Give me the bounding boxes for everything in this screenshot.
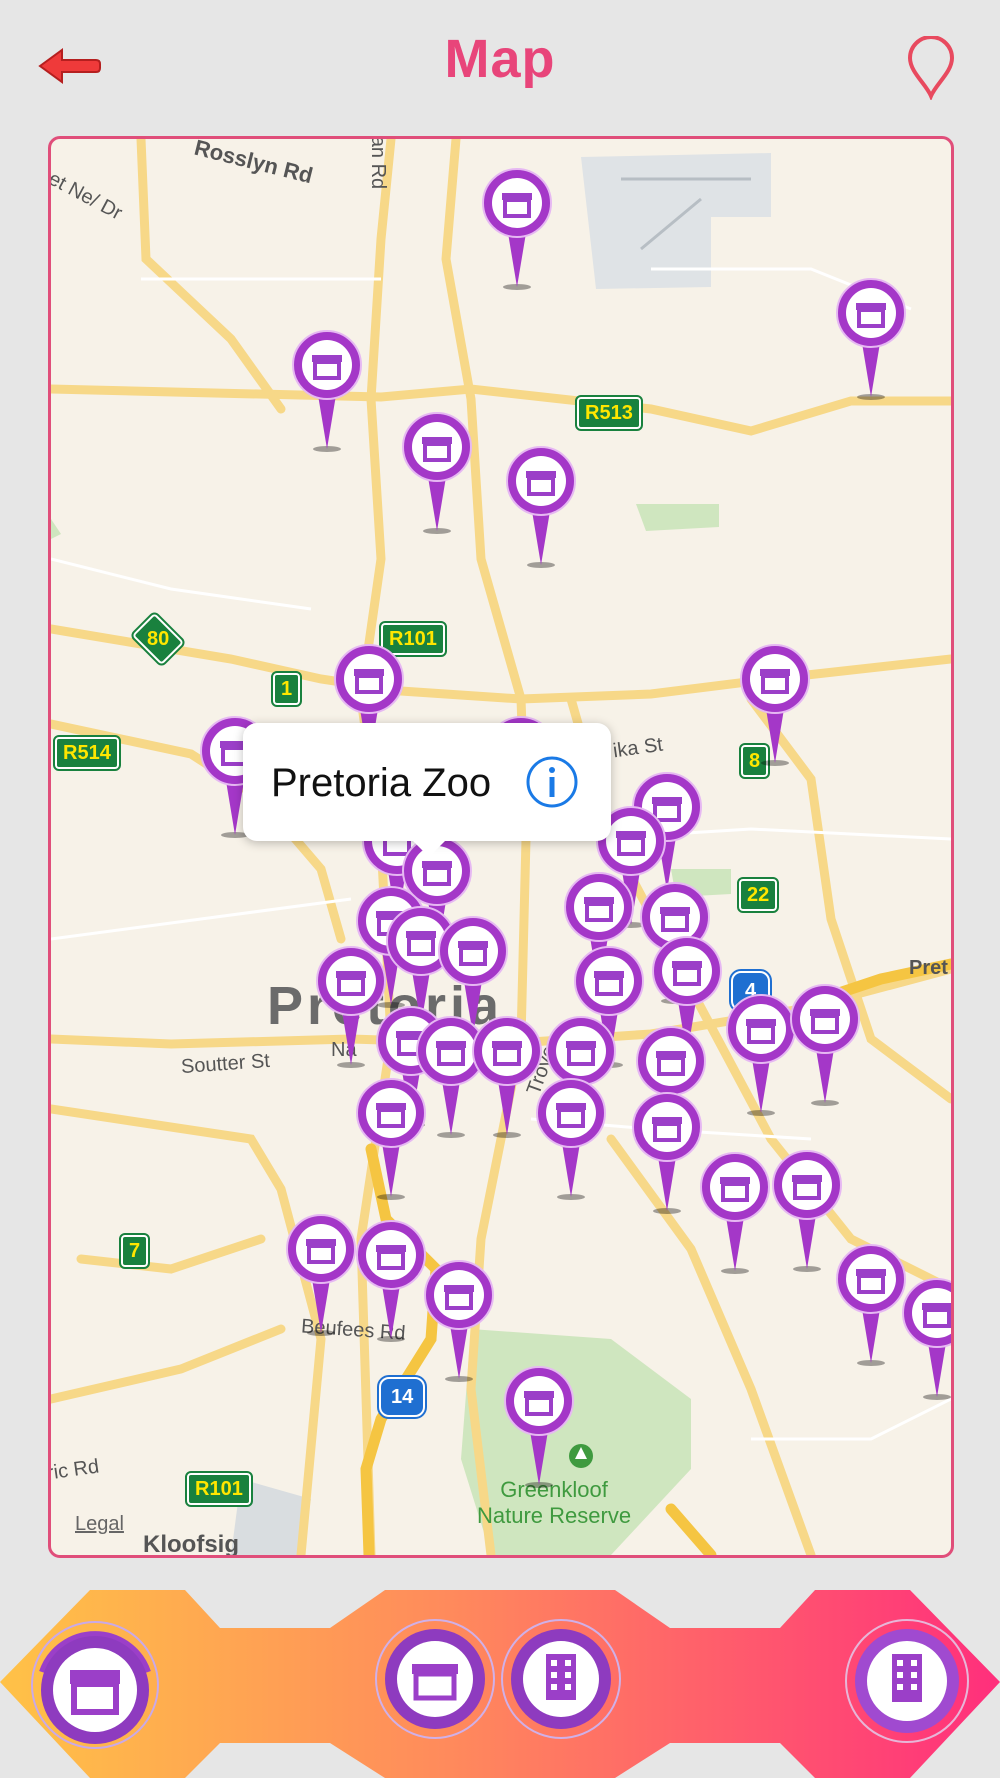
route-shield-r513: R513 [575, 395, 643, 431]
shop-pin-icon [726, 994, 796, 1116]
legal-link[interactable]: Legal [75, 1513, 124, 1536]
route-shield-r101-south: R101 [185, 1471, 253, 1507]
tab-shops-primary[interactable] [30, 1620, 160, 1755]
shop-pin-icon [790, 984, 860, 1106]
shop-pin[interactable] [355, 1077, 427, 1201]
shop-pin[interactable] [789, 983, 861, 1107]
route-shield-7: 7 [118, 1233, 151, 1269]
shop-pin[interactable] [725, 993, 797, 1117]
location-button[interactable] [904, 35, 958, 102]
info-icon [526, 756, 578, 808]
shop-pin[interactable] [835, 1243, 907, 1367]
shop-pin-icon [536, 1078, 606, 1200]
shop-pin-icon [836, 1244, 906, 1366]
tab-buildings-alt[interactable] [844, 1618, 970, 1749]
suburb-label: Kloofsig [143, 1531, 239, 1558]
shop-pin[interactable] [631, 1091, 703, 1215]
road-label: Pret [909, 957, 948, 979]
shop-pin[interactable] [505, 445, 577, 569]
shop-pin-icon [632, 1092, 702, 1214]
shop-pin-icon [740, 644, 810, 766]
bottom-tab-bar [0, 1578, 1000, 1778]
shop-pin[interactable] [535, 1077, 607, 1201]
shop-pin[interactable] [739, 643, 811, 767]
shop-pin-icon [482, 168, 552, 290]
location-pin-icon [907, 35, 955, 102]
shop-pin-icon [772, 1150, 842, 1272]
shop-pin-icon [836, 278, 906, 400]
shop-pin[interactable] [901, 1277, 951, 1401]
shop-pin[interactable] [285, 1213, 357, 1337]
building-icon [845, 1619, 969, 1743]
shop-pin[interactable] [291, 329, 363, 453]
shop-pin-icon [506, 446, 576, 568]
callout-arrow [411, 839, 447, 857]
shop-pin[interactable] [401, 411, 473, 535]
shop-pin[interactable] [835, 277, 907, 401]
tab-shops[interactable] [374, 1618, 496, 1745]
shop-pin[interactable] [699, 1151, 771, 1275]
shop-icon [375, 1619, 495, 1739]
route-shield-22: 22 [736, 877, 780, 913]
road-label: an Rd [367, 136, 390, 190]
shop-pin[interactable] [355, 1219, 427, 1343]
callout-title: Pretoria Zoo [271, 761, 492, 805]
shop-pin[interactable] [481, 167, 553, 291]
shop-pin[interactable] [771, 1149, 843, 1273]
route-shield-n14: 14 [376, 1375, 428, 1419]
shop-pin-icon [292, 330, 362, 452]
top-bar: Map [0, 0, 1000, 130]
shop-pin-icon [356, 1220, 426, 1342]
shop-pin-icon [902, 1278, 951, 1400]
shop-pin-icon [402, 412, 472, 534]
pin-callout[interactable]: Pretoria Zoo [243, 723, 611, 857]
shop-pin-icon [504, 1366, 574, 1488]
shop-pin[interactable] [471, 1015, 543, 1139]
page-title: Map [444, 29, 556, 89]
tab-buildings[interactable] [500, 1618, 622, 1745]
route-shield-r514: R514 [53, 735, 121, 771]
shop-pin-icon [700, 1152, 770, 1274]
shop-pin[interactable] [423, 1259, 495, 1383]
shop-pin-icon [286, 1214, 356, 1336]
shop-icon [31, 1621, 159, 1749]
shop-pin-icon [472, 1016, 542, 1138]
shop-pin-icon [356, 1078, 426, 1200]
route-shield-1: 1 [270, 671, 303, 707]
map-view[interactable]: Rosslyn Rd et Ne/ Dr an Rd Soutter St Na… [48, 136, 954, 1558]
info-button[interactable] [525, 755, 579, 809]
map-base [51, 139, 951, 1555]
building-icon [501, 1619, 621, 1739]
shop-pin[interactable] [503, 1365, 575, 1489]
shop-pin-icon [424, 1260, 494, 1382]
